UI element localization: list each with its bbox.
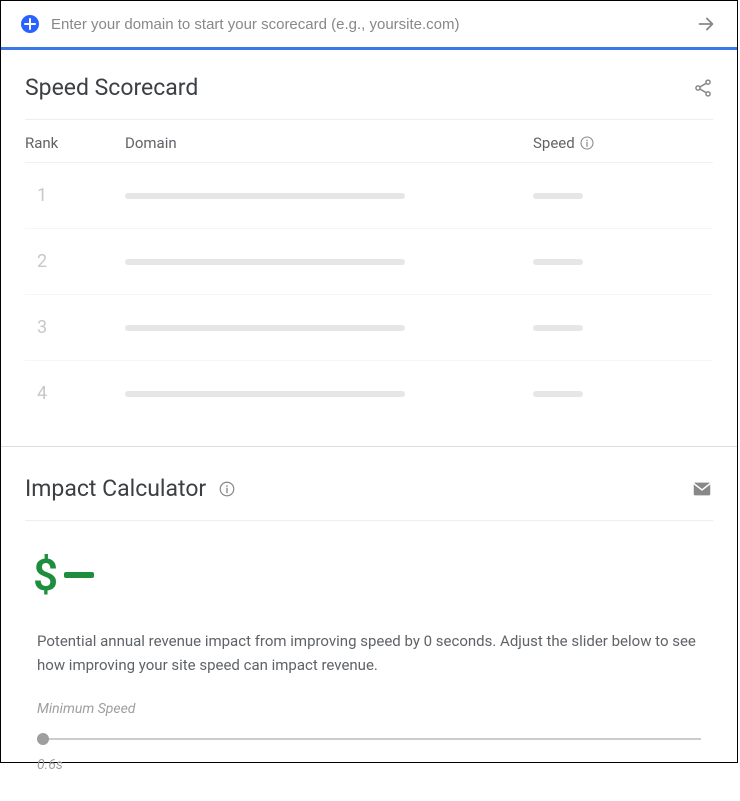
revenue-placeholder (64, 572, 94, 578)
info-icon[interactable] (579, 135, 595, 151)
table-headers: Rank Domain Speed (25, 120, 713, 163)
impact-description: Potential annual revenue impact from imp… (25, 619, 713, 677)
domain-placeholder (125, 193, 405, 199)
slider-value: 0.6s (37, 757, 701, 773)
rank-number: 1 (25, 185, 125, 206)
header-domain: Domain (125, 134, 533, 152)
domain-placeholder (125, 325, 405, 331)
table-row: 1 (25, 163, 713, 229)
rank-number: 3 (25, 317, 125, 338)
speed-slider[interactable] (37, 733, 701, 745)
speed-placeholder (533, 391, 583, 397)
revenue-value: $ (25, 521, 713, 619)
header-speed: Speed (533, 134, 713, 152)
table-row: 4 (25, 361, 713, 426)
table-row: 3 (25, 295, 713, 361)
domain-placeholder (125, 259, 405, 265)
mail-icon[interactable] (691, 478, 713, 500)
rank-number: 4 (25, 383, 125, 404)
currency-symbol: $ (33, 549, 58, 601)
table-row: 2 (25, 229, 713, 295)
slider-label: Minimum Speed (37, 701, 701, 717)
impact-title: Impact Calculator (25, 475, 236, 502)
scorecard-title: Speed Scorecard (25, 74, 198, 101)
speed-placeholder (533, 259, 583, 265)
domain-input[interactable] (51, 16, 683, 33)
header-rank: Rank (25, 134, 125, 152)
table-body: 1 2 3 4 (25, 163, 713, 426)
slider-thumb[interactable] (37, 733, 49, 745)
rank-number: 2 (25, 251, 125, 272)
speed-placeholder (533, 193, 583, 199)
share-icon[interactable] (693, 78, 713, 98)
domain-placeholder (125, 391, 405, 397)
speed-placeholder (533, 325, 583, 331)
add-domain-icon[interactable] (21, 15, 39, 33)
info-icon[interactable] (218, 480, 236, 498)
submit-arrow-icon[interactable] (695, 13, 717, 35)
